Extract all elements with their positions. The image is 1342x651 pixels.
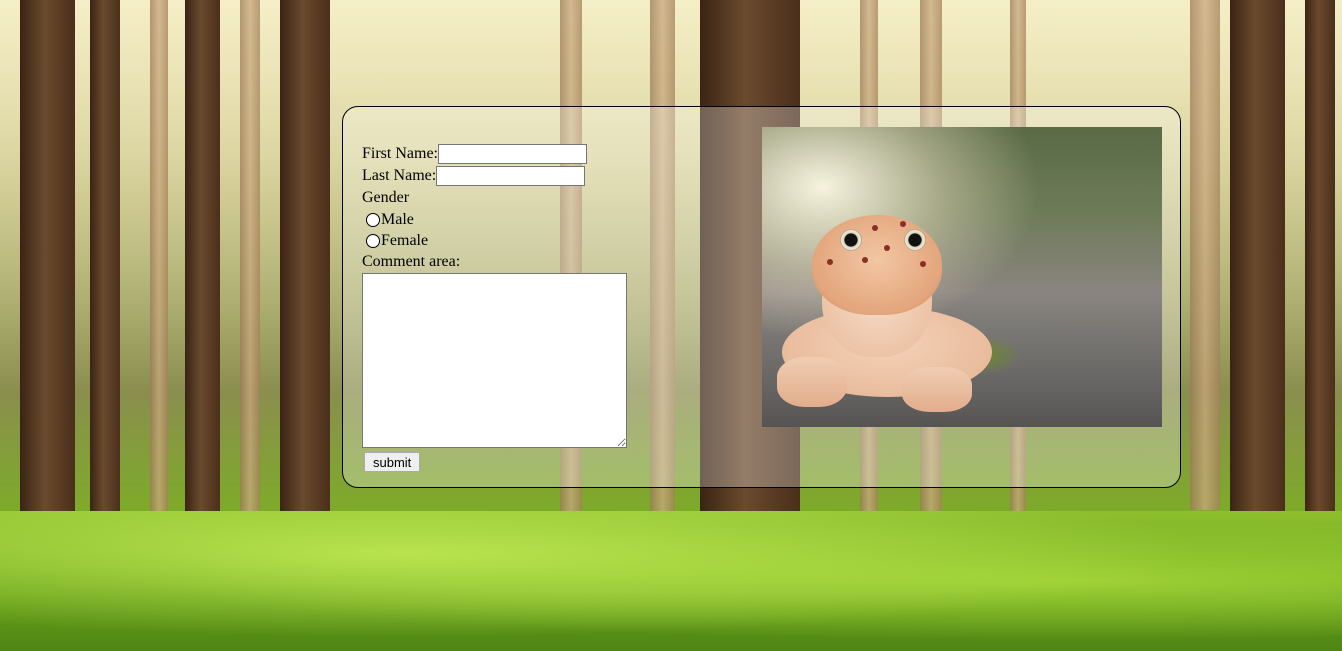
gecko-spot (900, 221, 906, 227)
tree-trunk (240, 0, 260, 550)
gecko-spot (872, 225, 878, 231)
contact-form: First Name: Last Name: Gender Male Femal… (362, 143, 627, 474)
first-name-row: First Name: (362, 143, 627, 165)
comment-label: Comment area: (362, 253, 461, 270)
gecko-spot (884, 245, 890, 251)
male-radio[interactable] (366, 212, 380, 227)
gecko-left-eye (840, 229, 862, 251)
male-label: Male (381, 210, 414, 228)
gecko-spot (920, 261, 926, 267)
first-name-input[interactable] (438, 144, 587, 164)
first-name-label: First Name: (362, 145, 438, 162)
female-radio[interactable] (366, 233, 380, 248)
tree-trunk (20, 0, 75, 590)
last-name-row: Last Name: (362, 165, 627, 187)
last-name-label: Last Name: (362, 167, 437, 184)
gecko-photo (762, 127, 1162, 427)
gecko-right-eye (904, 229, 926, 251)
gecko-head (812, 215, 942, 315)
gecko-right-leg (902, 367, 972, 412)
comment-textarea[interactable] (362, 273, 627, 448)
gender-option-male[interactable]: Male (362, 209, 627, 230)
tree-trunk (1230, 0, 1285, 550)
tree-trunk (150, 0, 168, 550)
forest-floor (0, 511, 1342, 651)
gecko-spot (862, 257, 868, 263)
tree-trunk (185, 0, 220, 570)
female-label: Female (381, 231, 429, 249)
gecko-spot (827, 259, 833, 265)
gender-option-female[interactable]: Female (362, 230, 627, 251)
gender-label: Gender (362, 189, 410, 206)
tree-trunk (1190, 0, 1220, 510)
last-name-input[interactable] (436, 166, 586, 186)
tree-trunk (280, 0, 330, 590)
tree-trunk (1305, 0, 1335, 520)
gecko-left-leg (777, 357, 847, 407)
tree-trunk (90, 0, 120, 580)
submit-button[interactable]: submit (364, 452, 421, 472)
